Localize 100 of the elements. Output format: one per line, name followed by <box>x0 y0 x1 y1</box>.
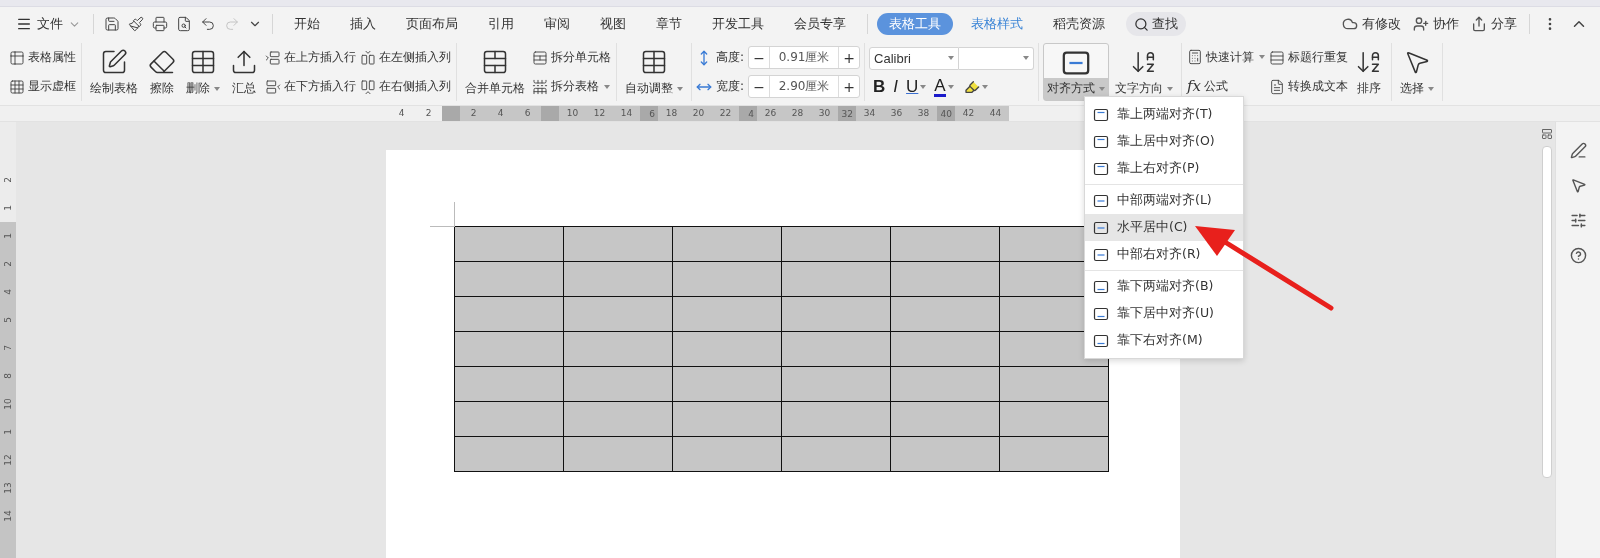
ribbon-tab[interactable]: 表格样式 <box>959 13 1035 35</box>
table-cell[interactable] <box>563 296 673 332</box>
increase-button[interactable]: + <box>839 76 860 97</box>
ribbon-button[interactable]: 合并单元格 <box>461 43 529 101</box>
table-cell[interactable] <box>672 331 782 367</box>
menu-item[interactable]: 靠上两端对齐(T) <box>1085 101 1243 128</box>
ribbon-button[interactable]: 在下方插入行 <box>264 76 357 97</box>
ribbon-tab[interactable]: 插入 <box>338 13 388 35</box>
table-cell[interactable] <box>781 296 891 332</box>
table-cell[interactable] <box>563 436 673 472</box>
ribbon-button[interactable]: 显示虚框 <box>8 76 77 97</box>
table-cell[interactable] <box>563 261 673 297</box>
file-menu-button[interactable]: 文件 <box>10 11 87 37</box>
ribbon-button[interactable]: 标题行重复 <box>1268 47 1350 68</box>
bold-button[interactable]: B <box>869 77 890 98</box>
menu-item[interactable]: 水平居中(C) <box>1085 214 1243 241</box>
sliders-icon[interactable] <box>1569 212 1587 229</box>
table-cell[interactable] <box>890 261 1000 297</box>
decrease-button[interactable]: − <box>749 47 770 68</box>
search-button[interactable]: 查找 <box>1126 12 1186 36</box>
ribbon-button[interactable]: 汇总 <box>226 43 262 101</box>
table-cell[interactable] <box>563 226 673 262</box>
table-cell[interactable] <box>672 366 782 402</box>
cursor-icon[interactable] <box>1569 177 1587 194</box>
table-cell[interactable] <box>454 331 564 367</box>
ribbon-button[interactable]: 选择 <box>1396 43 1439 101</box>
ribbon-button[interactable]: 拆分单元格 <box>531 47 612 68</box>
pen-icon[interactable] <box>1569 142 1587 159</box>
table-cell[interactable] <box>454 366 564 402</box>
ribbon-tab[interactable]: 开始 <box>282 13 332 35</box>
underline-button[interactable]: U <box>902 77 931 98</box>
ribbon-button[interactable]: 绘制表格 <box>86 43 142 101</box>
ribbon-tab[interactable]: 会员专享 <box>782 13 858 35</box>
font-select[interactable]: Calibri <box>869 46 960 70</box>
ribbon-button[interactable]: 拆分表格 <box>531 76 612 97</box>
decrease-button[interactable]: − <box>749 76 770 97</box>
ribbon-button[interactable]: 在左侧插入列 <box>359 47 452 68</box>
collaborate-button[interactable]: 协作 <box>1407 15 1465 33</box>
menu-item[interactable]: 中部两端对齐(L) <box>1085 187 1243 214</box>
table-cell[interactable] <box>781 436 891 472</box>
increase-button[interactable]: + <box>839 47 860 68</box>
ribbon-tab[interactable]: 开发工具 <box>700 13 776 35</box>
table-cell[interactable] <box>781 331 891 367</box>
ribbon-button[interactable]: 在上方插入行 <box>264 47 357 68</box>
table-cell[interactable] <box>781 261 891 297</box>
ribbon-button[interactable]: 快速计算 <box>1186 46 1267 68</box>
scrollbar-thumb[interactable] <box>1542 146 1552 478</box>
table-cell[interactable] <box>672 401 782 437</box>
ribbon-button[interactable]: 在右侧插入列 <box>359 76 452 97</box>
ribbon-tab[interactable]: 稻壳资源 <box>1041 13 1117 35</box>
ribbon-tab[interactable]: 引用 <box>476 13 526 35</box>
ribbon-tab[interactable]: 页面布局 <box>394 13 470 35</box>
ribbon-button[interactable]: fx 公式 <box>1186 75 1267 98</box>
table-cell[interactable] <box>999 401 1109 437</box>
table-cell[interactable] <box>563 401 673 437</box>
menu-item[interactable]: 靠下两端对齐(B) <box>1085 273 1243 300</box>
table-cell[interactable] <box>999 366 1109 402</box>
size-field[interactable]: − 0.91厘米 + <box>748 46 861 69</box>
table-cell[interactable] <box>781 226 891 262</box>
panel-icon[interactable] <box>1541 128 1553 140</box>
table-cell[interactable] <box>454 436 564 472</box>
ribbon-tab[interactable]: 审阅 <box>532 13 582 35</box>
table-cell[interactable] <box>454 226 564 262</box>
table-cell[interactable] <box>454 401 564 437</box>
table-cell[interactable] <box>672 296 782 332</box>
ribbon-button[interactable]: 转换成文本 <box>1268 76 1350 97</box>
table-cell[interactable] <box>890 296 1000 332</box>
table-cell[interactable] <box>890 366 1000 402</box>
table-cell[interactable] <box>454 296 564 332</box>
table-cell[interactable] <box>890 226 1000 262</box>
table-cell[interactable] <box>454 261 564 297</box>
table-cell[interactable] <box>890 331 1000 367</box>
ribbon-tab[interactable]: 视图 <box>588 13 638 35</box>
table-cell[interactable] <box>890 436 1000 472</box>
ribbon-button[interactable]: 排序 <box>1351 43 1388 101</box>
size-field[interactable]: − 2.90厘米 + <box>748 75 861 98</box>
italic-button[interactable]: I <box>889 77 903 98</box>
font-color-button[interactable]: A <box>930 77 958 97</box>
ruler-marker[interactable] <box>541 106 559 121</box>
ruler-marker[interactable] <box>442 106 460 121</box>
table-cell[interactable] <box>563 331 673 367</box>
table-cell[interactable] <box>672 226 782 262</box>
ribbon-button[interactable]: 删除 <box>182 43 224 101</box>
table-cell[interactable] <box>672 261 782 297</box>
table-cell[interactable] <box>999 436 1109 472</box>
ribbon-button[interactable]: 擦除 <box>144 43 180 101</box>
menu-item[interactable]: 中部右对齐(R) <box>1085 241 1243 268</box>
menu-item[interactable]: 靠下居中对齐(U) <box>1085 300 1243 327</box>
table-cell[interactable] <box>781 401 891 437</box>
ribbon-button[interactable]: 对齐方式 <box>1043 43 1110 101</box>
table-cell[interactable] <box>672 436 782 472</box>
table-cell[interactable] <box>563 366 673 402</box>
share-button[interactable]: 分享 <box>1465 15 1523 33</box>
table-cell[interactable] <box>781 366 891 402</box>
ribbon-button[interactable]: 自动调整 <box>621 43 687 101</box>
menu-item[interactable]: 靠下右对齐(M) <box>1085 327 1243 354</box>
ribbon-tab[interactable]: 章节 <box>644 13 694 35</box>
help-icon[interactable] <box>1569 247 1587 264</box>
table-cell[interactable] <box>890 401 1000 437</box>
ribbon-button[interactable]: 表格属性 <box>8 47 77 68</box>
